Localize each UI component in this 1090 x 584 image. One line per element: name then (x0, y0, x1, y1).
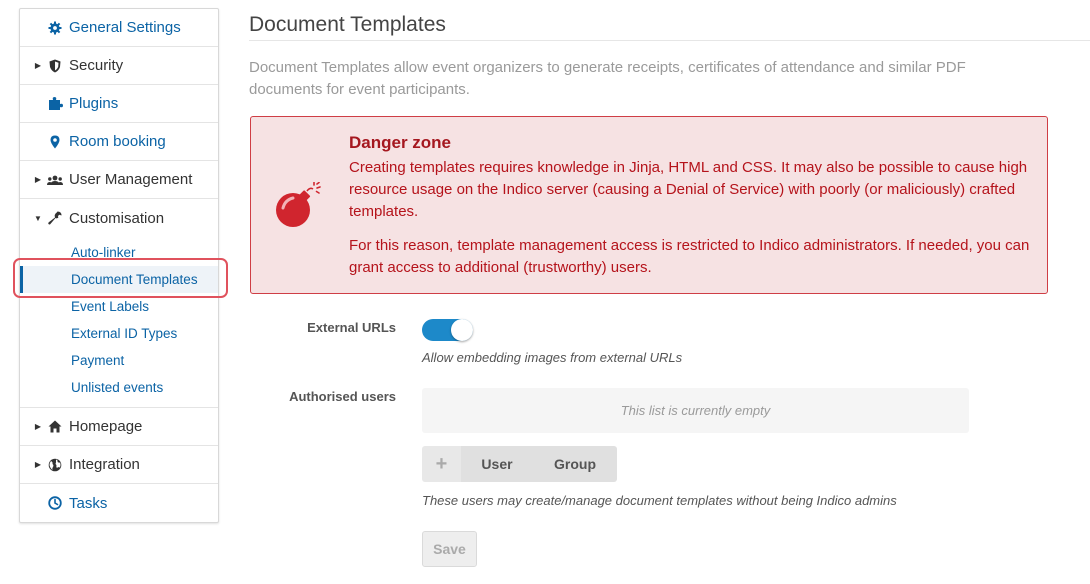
users-icon (45, 174, 65, 186)
globe-icon (45, 458, 65, 472)
submenu-item-payment[interactable]: Payment (20, 347, 218, 374)
sidebar-item-label: Room booking (69, 133, 166, 150)
sidebar-item-label: Security (69, 57, 124, 74)
page-description: Document Templates allow event organizer… (249, 59, 966, 98)
caret-down-icon: ▼ (34, 213, 42, 223)
wrench-icon (45, 211, 65, 225)
external-urls-label: External URLs (307, 320, 396, 335)
submenu-item-event-labels[interactable]: Event Labels (20, 293, 218, 320)
add-group-button[interactable]: Group (533, 446, 617, 482)
save-button[interactable]: Save (422, 531, 477, 567)
sidebar-item-label: Tasks (69, 494, 108, 512)
sidebar-item-room-booking[interactable]: Room booking (20, 123, 218, 161)
main-content: Document Templates Document Templates al… (249, 0, 1090, 567)
authorised-users-help: These users may create/manage document t… (422, 493, 897, 508)
clock-icon (45, 496, 65, 510)
sidebar-item-label: Homepage (69, 418, 143, 435)
sidebar-item-user-management[interactable]: ▶ User Management (20, 161, 218, 199)
authorised-users-list: This list is currently empty (422, 388, 969, 433)
sidebar-item-label: Integration (69, 456, 140, 473)
sidebar-item-customisation[interactable]: ▼ Customisation (20, 199, 218, 237)
page-title: Document Templates (249, 13, 446, 36)
authorised-users-label: Authorised users (289, 389, 396, 404)
gear-icon (45, 21, 65, 35)
caret-right-icon: ▶ (34, 422, 42, 431)
add-user-button[interactable]: User (461, 446, 533, 482)
sidebar-item-label: Customisation (69, 209, 165, 227)
sidebar-item-integration[interactable]: ▶ Integration (20, 446, 218, 484)
sidebar-item-homepage[interactable]: ▶ Homepage (20, 408, 218, 446)
customisation-submenu: Auto-linker Document Templates Event Lab… (20, 237, 218, 408)
toggle-knob (451, 319, 473, 341)
add-principal-button-group: + User Group (422, 446, 617, 482)
plus-icon: + (422, 446, 461, 482)
shield-icon (45, 59, 65, 73)
sidebar-item-tasks[interactable]: Tasks (20, 484, 218, 522)
danger-zone-title: Danger zone (349, 133, 452, 152)
submenu-item-auto-linker[interactable]: Auto-linker (20, 239, 218, 266)
external-urls-toggle[interactable] (422, 319, 473, 341)
sidebar-item-label: Plugins (69, 95, 119, 112)
map-pin-icon (45, 135, 65, 149)
sidebar-item-security[interactable]: ▶ Security (20, 47, 218, 85)
sidebar-item-label: User Management (69, 171, 193, 188)
danger-zone-text: For this reason, template management acc… (349, 237, 1030, 276)
title-divider (249, 40, 1090, 41)
caret-right-icon: ▶ (34, 61, 42, 70)
danger-zone-text: Creating templates requires knowledge in… (349, 159, 1028, 220)
submenu-item-document-templates[interactable]: Document Templates (20, 266, 218, 293)
caret-right-icon: ▶ (34, 460, 42, 469)
submenu-item-external-id-types[interactable]: External ID Types (20, 320, 218, 347)
submenu-item-unlisted-events[interactable]: Unlisted events (20, 374, 218, 401)
sidebar-item-plugins[interactable]: Plugins (20, 85, 218, 123)
admin-sidebar: General Settings ▶ Security Plugins Room… (19, 8, 219, 523)
caret-right-icon: ▶ (34, 175, 42, 184)
sidebar-item-label: General Settings (69, 19, 181, 36)
external-urls-help: Allow embedding images from external URL… (422, 350, 683, 365)
bomb-icon (273, 181, 323, 237)
danger-zone-alert: Danger zone Creating templates requires … (250, 116, 1048, 294)
home-icon (45, 420, 65, 433)
sidebar-item-general-settings[interactable]: General Settings (20, 9, 218, 47)
puzzle-icon (45, 96, 65, 111)
